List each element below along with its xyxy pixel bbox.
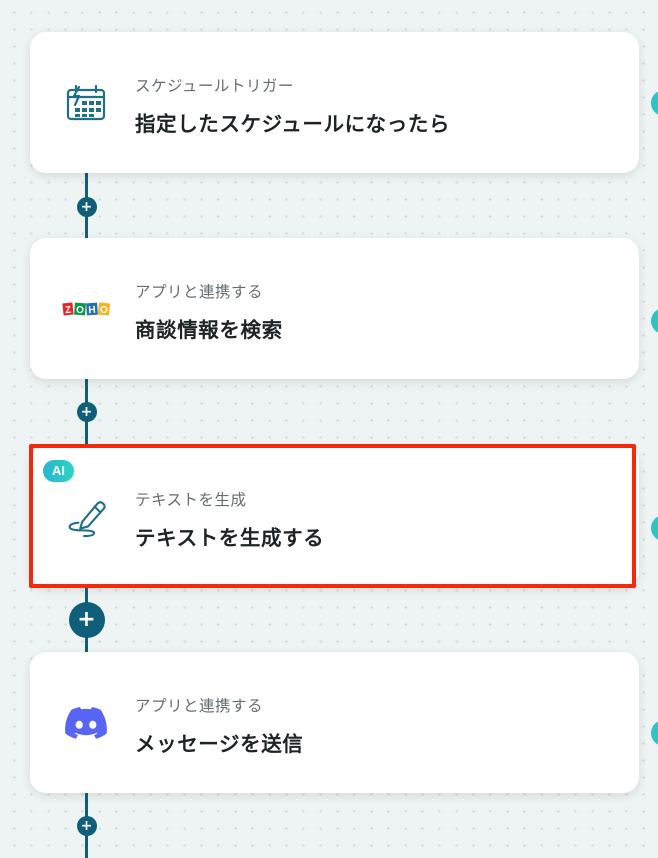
svg-text:O: O <box>100 304 109 316</box>
side-handle[interactable] <box>651 515 658 541</box>
step-subtitle: テキストを生成 <box>135 491 247 509</box>
svg-text:Z: Z <box>65 304 72 316</box>
ai-badge: AI <box>43 460 74 482</box>
add-step-button[interactable]: + <box>76 197 97 217</box>
schedule-calendar-icon <box>65 82 107 124</box>
add-step-button[interactable]: + <box>76 402 97 422</box>
side-handle[interactable] <box>651 720 658 746</box>
add-step-button[interactable]: + <box>68 602 105 638</box>
side-handle[interactable] <box>651 90 658 116</box>
svg-text:H: H <box>88 304 96 315</box>
discord-logo-icon <box>65 702 107 744</box>
step-title: 商談情報を検索 <box>135 318 283 342</box>
flow-step-discord-send[interactable]: アプリと連携する メッセージを送信 <box>30 652 639 793</box>
step-title: 指定したスケジュールになったら <box>135 112 451 136</box>
step-title: メッセージを送信 <box>135 732 304 756</box>
step-title: テキストを生成する <box>135 526 325 550</box>
side-handle[interactable] <box>651 308 658 334</box>
pen-scribble-icon <box>65 496 107 538</box>
add-step-button[interactable]: + <box>76 816 97 836</box>
step-subtitle: アプリと連携する <box>135 697 264 715</box>
step-subtitle: アプリと連携する <box>135 283 264 301</box>
flow-step-generate-text[interactable]: AI テキストを生成 テキストを生成する <box>30 446 639 587</box>
flow-step-zoho-search[interactable]: Z O H O アプリと連携する 商談情報を検索 <box>30 238 639 379</box>
svg-text:O: O <box>76 304 85 316</box>
flow-step-schedule-trigger[interactable]: スケジュールトリガー 指定したスケジュールになったら <box>30 32 639 173</box>
step-subtitle: スケジュールトリガー <box>135 77 294 95</box>
zoho-logo-icon: Z O H O <box>62 288 110 330</box>
